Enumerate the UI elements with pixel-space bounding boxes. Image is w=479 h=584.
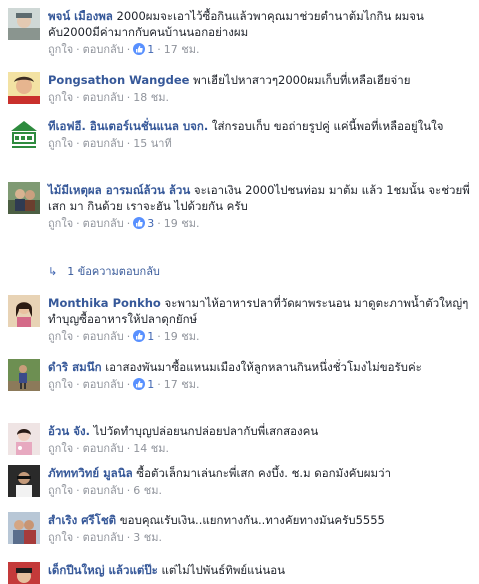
comment-text: พาเฮียไปหาสาวๆ2000ผมเก็บที่เหลือเฮียจ่าย — [193, 73, 411, 87]
commenter-name[interactable]: เด็กปีนใหญ่ แล้วแต่ป๊ะ — [48, 563, 158, 577]
avatar[interactable] — [8, 562, 40, 584]
commenter-name[interactable]: อ้วน จัง. — [48, 424, 90, 438]
comment-actions: ถูกใจ · ตอบกลับ · 1 · 17 ชม. — [48, 43, 200, 56]
avatar[interactable] — [8, 465, 40, 497]
timestamp[interactable]: 17 ชม. — [164, 378, 200, 391]
reply-button[interactable]: ตอบกลับ — [83, 217, 124, 230]
avatar[interactable] — [8, 359, 40, 391]
like-button[interactable]: ถูกใจ — [48, 217, 73, 230]
comment-actions: ถูกใจ · ตอบกลับ · 14 ชม. — [48, 442, 169, 455]
avatar[interactable] — [8, 512, 40, 544]
like-button[interactable]: ถูกใจ — [48, 484, 73, 497]
thumbs-up-icon — [133, 43, 146, 55]
thumbs-up-icon — [133, 330, 146, 342]
like-button[interactable]: ถูกใจ — [48, 442, 73, 455]
reply-button[interactable]: ตอบกลับ — [83, 378, 124, 391]
company-logo[interactable] — [8, 118, 40, 150]
comment-text: ซื้อตัวเล็กมาเล่นกะพี่เสก คงบึ้ง. ช.ม ดอ… — [136, 466, 392, 480]
comment-text: เอาสองพันมาซื้อแหนมเมืองให้ลูกหลานกินหนึ… — [105, 360, 422, 374]
timestamp[interactable]: 3 ชม. — [133, 531, 162, 544]
like-button[interactable]: ถูกใจ — [48, 91, 73, 104]
commenter-name[interactable]: พจน์ เมืองพล — [48, 9, 113, 23]
comment-actions: ถูกใจ · ตอบกลับ · 6 ชม. — [48, 484, 162, 497]
comment-text: ใส่กรอบเก็บ ขอถ่ายรูปคู่ แค่นี้พอที่เหลื… — [211, 119, 444, 133]
like-button[interactable]: ถูกใจ — [48, 137, 73, 150]
reply-button[interactable]: ตอบกลับ — [83, 91, 124, 104]
comment-actions: ถูกใจ · ตอบกลับ · 3 · 19 ชม. — [48, 217, 200, 230]
reply-button[interactable]: ตอบกลับ — [83, 484, 124, 497]
commenter-name[interactable]: ดำริ สมนึก — [48, 360, 102, 374]
thumbs-up-icon — [133, 217, 146, 229]
timestamp[interactable]: 19 ชม. — [164, 217, 200, 230]
commenter-name[interactable]: ไม้มีเหตุผล อารมณ์ล้วน ล้วน — [48, 183, 190, 197]
comment-text: ไปวัดทำบุญปล่อยนกปล่อยปลากับพี่เสกสองคน — [93, 424, 319, 438]
like-count[interactable]: 1 — [147, 378, 154, 391]
like-button[interactable]: ถูกใจ — [48, 43, 73, 56]
comment-actions: ถูกใจ · ตอบกลับ · 15 นาที — [48, 137, 172, 150]
reply-button[interactable]: ตอบกลับ — [83, 137, 124, 150]
comment-text: ขอบคุณเรับเงิน..แยกทางกัน..ทางคัยทางมันค… — [119, 513, 385, 527]
thumbs-up-icon — [133, 378, 146, 390]
timestamp[interactable]: 19 ชม. — [164, 330, 200, 343]
comment-actions: ถูกใจ · ตอบกลับ · 3 ชม. — [48, 531, 162, 544]
like-button[interactable]: ถูกใจ — [48, 330, 73, 343]
avatar[interactable] — [8, 8, 40, 40]
reply-button[interactable]: ตอบกลับ — [83, 330, 124, 343]
comment-text: แต่ไม่ไปพันธ์ทิพย์แน่นอน — [161, 563, 286, 577]
avatar[interactable] — [8, 423, 40, 455]
reply-button[interactable]: ตอบกลับ — [83, 531, 124, 544]
comment-actions: ถูกใจ · ตอบกลับ · 1 · 17 ชม. — [48, 378, 200, 391]
like-button[interactable]: ถูกใจ — [48, 378, 73, 391]
timestamp[interactable]: 14 ชม. — [133, 442, 169, 455]
avatar[interactable] — [8, 72, 40, 104]
avatar[interactable] — [8, 295, 40, 327]
commenter-name[interactable]: Monthika Ponkho — [48, 296, 161, 310]
comment-actions: ถูกใจ · ตอบกลับ · 18 ชม. — [48, 91, 169, 104]
comment-actions: ถูกใจ · ตอบกลับ · 1 · 19 ชม. — [48, 330, 200, 343]
like-count[interactable]: 1 — [147, 330, 154, 343]
commenter-name[interactable]: Pongsathon Wangdee — [48, 73, 189, 87]
view-replies-link[interactable]: ↳ 1 ข้อความตอบกลับ — [48, 264, 160, 280]
reply-arrow-icon: ↳ — [48, 265, 58, 278]
commenter-name[interactable]: ทีเอฟอี. อินเตอร์เนชั่นแนล บจก. — [48, 119, 208, 133]
timestamp[interactable]: 18 ชม. — [133, 91, 169, 104]
like-count[interactable]: 1 — [147, 43, 154, 56]
comment-feed: พจน์ เมืองพล 2000ผมจะเอาไว้ซื้อกินแล้วพา… — [0, 0, 479, 584]
commenter-name[interactable]: สำเริง ศรีโชติ — [48, 513, 116, 527]
timestamp[interactable]: 15 นาที — [133, 137, 171, 150]
view-replies-label[interactable]: 1 ข้อความตอบกลับ — [67, 265, 160, 278]
like-count[interactable]: 3 — [147, 217, 154, 230]
timestamp[interactable]: 17 ชม. — [164, 43, 200, 56]
reply-button[interactable]: ตอบกลับ — [83, 442, 124, 455]
timestamp[interactable]: 6 ชม. — [133, 484, 162, 497]
like-button[interactable]: ถูกใจ — [48, 531, 73, 544]
avatar[interactable] — [8, 182, 40, 214]
commenter-name[interactable]: ภัทททวิทย์ มูลนิล — [48, 466, 133, 480]
reply-button[interactable]: ตอบกลับ — [83, 43, 124, 56]
